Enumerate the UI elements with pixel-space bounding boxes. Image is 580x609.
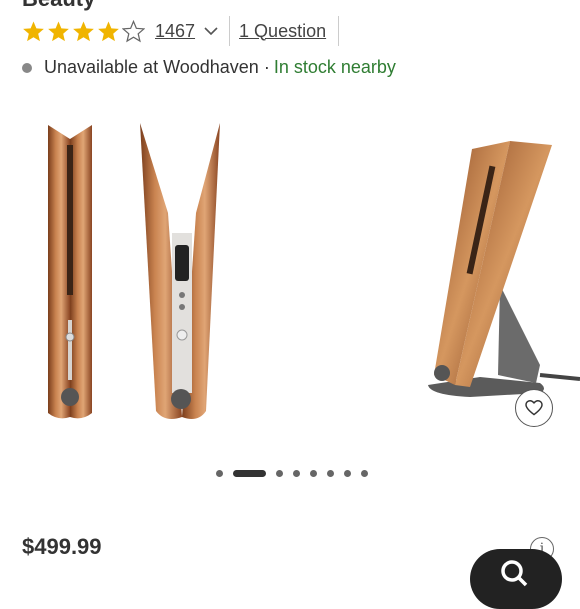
star-icon	[23, 20, 44, 41]
product-price: $499.99	[22, 534, 102, 559]
star-icon	[73, 20, 94, 41]
carousel-dot[interactable]	[293, 470, 300, 477]
carousel-dot[interactable]	[310, 470, 317, 477]
product-title: Beauty	[22, 0, 95, 12]
questions-link[interactable]: 1 Question	[239, 21, 326, 42]
divider	[338, 16, 340, 46]
in-stock-nearby-link[interactable]: In stock nearby	[274, 57, 396, 78]
star-outline-icon	[122, 19, 145, 42]
search-fab[interactable]	[470, 549, 562, 609]
divider	[229, 16, 231, 46]
rating-row: 1467 1 Question	[22, 16, 340, 46]
search-icon	[501, 560, 528, 587]
carousel-pagination[interactable]	[216, 470, 368, 477]
review-count-link[interactable]: 1467	[155, 21, 195, 42]
star-icon	[98, 20, 119, 41]
availability-row: Unavailable at Woodhaven · In stock near…	[22, 57, 396, 78]
separator-dot: ·	[263, 57, 270, 77]
wishlist-button[interactable]	[515, 389, 553, 427]
heart-icon	[525, 400, 543, 416]
store-availability: Unavailable at Woodhaven	[44, 57, 259, 77]
carousel-dot-active[interactable]	[233, 470, 266, 477]
star-rating[interactable]	[22, 19, 145, 43]
straightener-side-view	[48, 125, 92, 419]
carousel-dot[interactable]	[216, 470, 223, 477]
chevron-down-icon[interactable]	[203, 23, 219, 39]
straightener-on-stand	[428, 141, 580, 397]
status-dot	[22, 62, 32, 73]
carousel-dot[interactable]	[327, 470, 334, 477]
star-icon	[48, 20, 69, 41]
product-image-gallery[interactable]	[0, 95, 580, 465]
straightener-front-view	[140, 123, 220, 419]
carousel-dot[interactable]	[276, 470, 283, 477]
carousel-dot[interactable]	[344, 470, 351, 477]
carousel-dot[interactable]	[361, 470, 368, 477]
